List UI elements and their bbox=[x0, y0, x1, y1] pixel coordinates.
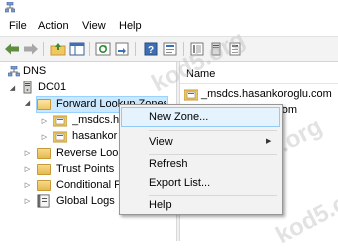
log-book-icon bbox=[37, 194, 50, 208]
dns-root-icon bbox=[8, 66, 20, 77]
list-item-msdcs-zone[interactable]: _msdcs.hasankoroglu.com bbox=[201, 87, 332, 101]
back-button[interactable] bbox=[3, 40, 21, 58]
properties-button[interactable] bbox=[161, 40, 179, 58]
expand-chevron-icon[interactable]: ▷ bbox=[24, 197, 31, 206]
export-list-button[interactable] bbox=[113, 40, 131, 58]
tree-node-trust-points[interactable]: Trust Points bbox=[56, 162, 114, 176]
folder-open-icon bbox=[37, 99, 51, 110]
tree-node-msdcs-zone[interactable]: _msdcs.ha bbox=[72, 113, 120, 127]
menu-separator bbox=[149, 130, 277, 131]
export-icon bbox=[115, 42, 129, 56]
title-bar bbox=[0, 0, 338, 16]
toolbar-separator bbox=[135, 42, 136, 56]
menu-item-view[interactable]: View bbox=[121, 133, 279, 151]
zone-icon bbox=[53, 115, 67, 127]
forward-button[interactable] bbox=[22, 40, 40, 58]
menu-action[interactable]: Action bbox=[38, 19, 69, 33]
folder-icon bbox=[37, 164, 51, 175]
expand-chevron-icon[interactable]: ▷ bbox=[41, 117, 48, 126]
menu-item-new-zone[interactable]: New Zone... bbox=[121, 108, 279, 126]
expand-chevron-icon[interactable]: ▷ bbox=[24, 181, 31, 190]
tree-node-dns[interactable]: DNS bbox=[23, 64, 46, 78]
tree-node-global-logs[interactable]: Global Logs bbox=[56, 194, 115, 208]
folder-icon bbox=[37, 148, 51, 159]
menu-view[interactable]: View bbox=[82, 19, 106, 33]
menu-item-view-label: View bbox=[149, 136, 173, 148]
show-hide-tree-button[interactable] bbox=[68, 40, 86, 58]
toolbar-separator bbox=[89, 42, 90, 56]
tree-node-conditional-forwarders[interactable]: Conditional F bbox=[56, 178, 120, 192]
collapse-chevron-icon[interactable]: ◢ bbox=[24, 99, 31, 108]
svg-text:?: ? bbox=[148, 45, 154, 56]
zone-icon bbox=[53, 131, 67, 143]
back-arrow-icon bbox=[5, 43, 19, 55]
collapse-chevron-icon[interactable]: ◢ bbox=[9, 84, 16, 93]
zone-icon bbox=[184, 89, 198, 101]
folder-icon bbox=[37, 180, 51, 191]
server-icon bbox=[23, 81, 32, 94]
expand-chevron-icon[interactable]: ▷ bbox=[41, 133, 48, 142]
tree-node-dc01[interactable]: DC01 bbox=[38, 80, 66, 94]
menu-item-help[interactable]: Help bbox=[121, 196, 279, 214]
submenu-arrow-icon: ▶ bbox=[266, 138, 272, 145]
refresh-icon bbox=[95, 42, 111, 56]
toolbar-separator bbox=[43, 42, 44, 56]
menu-file[interactable]: File bbox=[9, 19, 27, 33]
tree-node-main-zone[interactable]: hasankor bbox=[72, 129, 120, 143]
console-tree-icon bbox=[69, 42, 85, 56]
dns-app-icon bbox=[5, 2, 15, 13]
folder-up-icon bbox=[50, 43, 66, 56]
forward-arrow-icon bbox=[24, 43, 38, 55]
properties-icon bbox=[163, 42, 177, 56]
menu-help[interactable]: Help bbox=[119, 19, 142, 33]
menu-item-refresh[interactable]: Refresh bbox=[121, 155, 279, 173]
up-one-level-button[interactable] bbox=[49, 40, 67, 58]
help-book-icon: ? bbox=[144, 42, 158, 56]
refresh-button[interactable] bbox=[94, 40, 112, 58]
expand-chevron-icon[interactable]: ▷ bbox=[24, 149, 31, 158]
tree-node-reverse-lookup-zones[interactable]: Reverse Look bbox=[56, 146, 120, 160]
expand-chevron-icon[interactable]: ▷ bbox=[24, 165, 31, 174]
help-button[interactable]: ? bbox=[142, 40, 160, 58]
menu-item-export-list[interactable]: Export List... bbox=[121, 174, 279, 192]
